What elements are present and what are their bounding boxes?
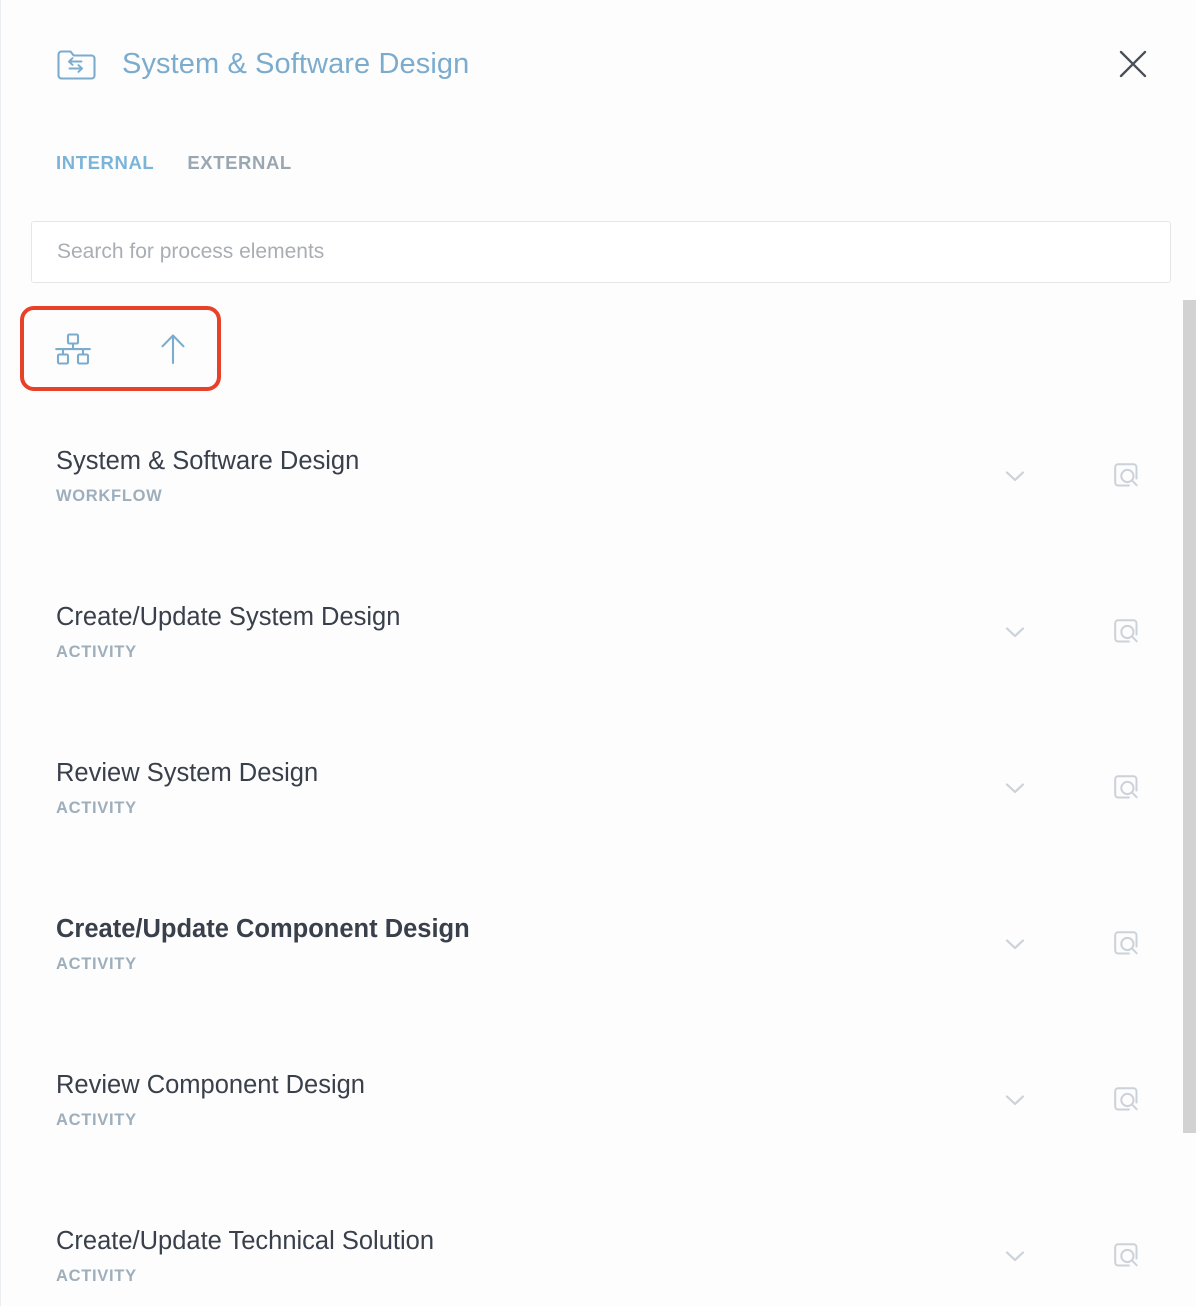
go-up-button[interactable]	[150, 326, 196, 372]
list-item-actions	[995, 456, 1147, 496]
list-item[interactable]: Review System Design ACTIVITY	[1, 710, 1196, 866]
list-item-type: ACTIVITY	[56, 798, 137, 817]
panel-header: System & Software Design	[1, 0, 1196, 128]
chevron-down-icon	[1005, 1251, 1025, 1262]
list-item-type: ACTIVITY	[56, 1266, 137, 1285]
preview-search-icon	[1114, 463, 1138, 487]
list-item-actions	[995, 1080, 1147, 1120]
list-item[interactable]: Create/Update Technical Solution ACTIVIT…	[1, 1178, 1196, 1306]
chevron-down-icon	[1005, 627, 1025, 638]
list-item-title: System & Software Design	[56, 447, 360, 476]
list-item-type: ACTIVITY	[56, 642, 137, 661]
list-item-text: Create/Update System Design ACTIVITY	[56, 602, 995, 662]
process-elements-list: System & Software Design WORKFLOW Create…	[1, 398, 1196, 1306]
preview-button[interactable]	[1107, 1236, 1147, 1276]
list-item-type: WORKFLOW	[56, 486, 163, 505]
close-button[interactable]	[1111, 42, 1155, 86]
chevron-down-icon	[1005, 471, 1025, 482]
list-item-text: Create/Update Component Design ACTIVITY	[56, 914, 995, 974]
chevron-down-icon	[1005, 783, 1025, 794]
list-item[interactable]: Review Component Design ACTIVITY	[1, 1022, 1196, 1178]
tab-bar: INTERNAL EXTERNAL	[56, 152, 292, 174]
preview-search-icon	[1114, 619, 1138, 643]
preview-button[interactable]	[1107, 456, 1147, 496]
header-left-group: System & Software Design	[56, 47, 1111, 81]
expand-button[interactable]	[995, 612, 1035, 652]
expand-button[interactable]	[995, 1080, 1035, 1120]
list-item-text: Create/Update Technical Solution ACTIVIT…	[56, 1226, 995, 1286]
preview-button[interactable]	[1107, 768, 1147, 808]
list-item-actions	[995, 924, 1147, 964]
list-item-title: Review Component Design	[56, 1071, 365, 1100]
folder-exchange-icon	[56, 47, 96, 81]
chevron-down-icon	[1005, 939, 1025, 950]
expand-button[interactable]	[995, 1236, 1035, 1276]
scrollbar-thumb[interactable]	[1183, 300, 1196, 1133]
list-item-actions	[995, 768, 1147, 808]
list-item-title: Create/Update Technical Solution	[56, 1227, 435, 1256]
preview-button[interactable]	[1107, 1080, 1147, 1120]
up-arrow-icon	[161, 333, 185, 364]
view-mode-toolbar	[20, 306, 221, 391]
list-item-text: Review Component Design ACTIVITY	[56, 1070, 995, 1130]
search-field-wrapper	[31, 221, 1171, 283]
expand-button[interactable]	[995, 456, 1035, 496]
list-item-title: Review System Design	[56, 759, 319, 788]
preview-search-icon	[1114, 1087, 1138, 1111]
preview-button[interactable]	[1107, 612, 1147, 652]
list-item-actions	[995, 612, 1147, 652]
expand-button[interactable]	[995, 768, 1035, 808]
search-input[interactable]	[31, 221, 1171, 283]
hierarchy-view-icon	[55, 332, 91, 365]
chevron-down-icon	[1005, 1095, 1025, 1106]
list-item-text: System & Software Design WORKFLOW	[56, 446, 995, 506]
close-icon	[1119, 50, 1147, 78]
list-item-title: Create/Update System Design	[56, 603, 401, 632]
list-item[interactable]: Create/Update System Design ACTIVITY	[1, 554, 1196, 710]
list-item-type: ACTIVITY	[56, 954, 137, 973]
preview-search-icon	[1114, 775, 1138, 799]
list-item-type: ACTIVITY	[56, 1110, 137, 1129]
list-item-text: Review System Design ACTIVITY	[56, 758, 995, 818]
tab-external[interactable]: EXTERNAL	[187, 152, 292, 174]
list-item[interactable]: Create/Update Component Design ACTIVITY	[1, 866, 1196, 1022]
preview-search-icon	[1114, 1243, 1138, 1267]
preview-button[interactable]	[1107, 924, 1147, 964]
page-title: System & Software Design	[122, 47, 470, 80]
process-elements-panel: System & Software Design INTERNAL EXTERN…	[0, 0, 1196, 1306]
tab-internal[interactable]: INTERNAL	[56, 152, 154, 174]
hierarchy-view-button[interactable]	[50, 326, 96, 372]
preview-search-icon	[1114, 931, 1138, 955]
expand-button[interactable]	[995, 924, 1035, 964]
list-item-actions	[995, 1236, 1147, 1276]
list-item-title: Create/Update Component Design	[56, 915, 470, 944]
list-item[interactable]: System & Software Design WORKFLOW	[1, 398, 1196, 554]
